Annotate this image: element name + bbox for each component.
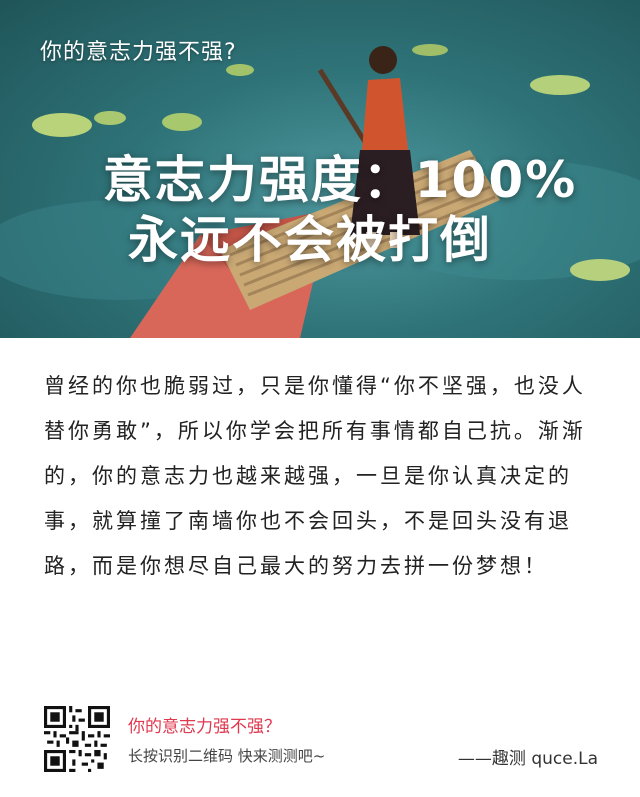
hero-title: 你的意志力强不强? <box>40 40 237 65</box>
hero-banner: 你的意志力强不强? 意志力强度：100% 永远不会被打倒 <box>0 0 640 338</box>
qr-code-icon[interactable] <box>44 706 110 772</box>
result-tagline: 永远不会被打倒 <box>128 211 492 269</box>
result-description: 曾经的你也脆弱过，只是你懂得“你不坚强，也没人替你勇敢”，所以你学会把所有事情都… <box>44 374 586 578</box>
footer-brand: ——趣测 quce.La <box>457 749 598 769</box>
footer-question: 你的意志力强不强？ <box>128 717 281 737</box>
footer-hint: 长按识别二维码 快来测测吧~ <box>128 747 326 765</box>
